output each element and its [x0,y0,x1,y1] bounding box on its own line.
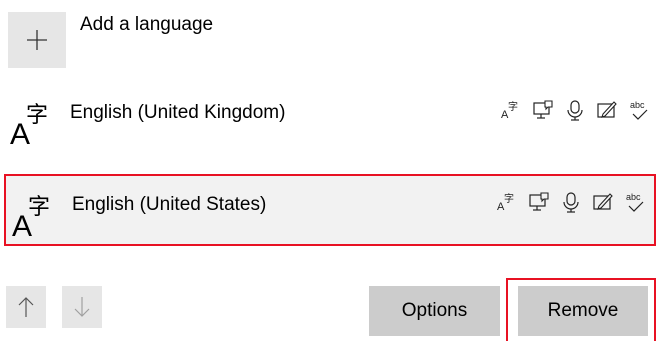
svg-text:字: 字 [508,100,518,113]
svg-text:abc: abc [626,192,641,202]
move-up-button[interactable] [6,286,46,328]
spelling-icon: abc [626,192,644,212]
language-item-english-us[interactable]: A 字 English (United States) A 字 abc [4,174,656,246]
svg-text:abc: abc [630,100,645,110]
language-glyph-icon: A 字 [12,195,50,242]
arrow-down-icon [74,297,90,317]
language-pack-icon: A 字 [497,192,514,213]
move-down-button[interactable] [62,286,102,328]
handwriting-icon [597,101,617,118]
language-name: English (United States) [72,194,267,215]
spelling-icon: abc [630,100,648,120]
display-language-icon [529,192,549,211]
svg-text:字: 字 [504,192,514,205]
plus-icon [27,30,47,50]
language-glyph-icon: A 字 [10,103,48,150]
speech-icon [567,100,583,121]
svg-text:字: 字 [28,195,50,220]
arrow-up-icon [18,297,34,317]
language-item-english-uk[interactable]: A 字 English (United Kingdom) A 字 abc [0,80,662,152]
speech-icon [563,192,579,213]
display-language-icon [533,100,553,119]
remove-button[interactable]: Remove [518,286,648,336]
options-button[interactable]: Options [369,286,500,336]
svg-text:字: 字 [26,103,48,128]
language-feature-icons: A 字 abc [500,98,650,122]
add-language-label[interactable]: Add a language [80,14,213,36]
language-name: English (United Kingdom) [70,102,286,123]
add-language-button[interactable] [8,12,66,68]
handwriting-icon [593,193,613,210]
language-pack-icon: A 字 [501,100,518,121]
language-feature-icons: A 字 abc [496,190,646,214]
